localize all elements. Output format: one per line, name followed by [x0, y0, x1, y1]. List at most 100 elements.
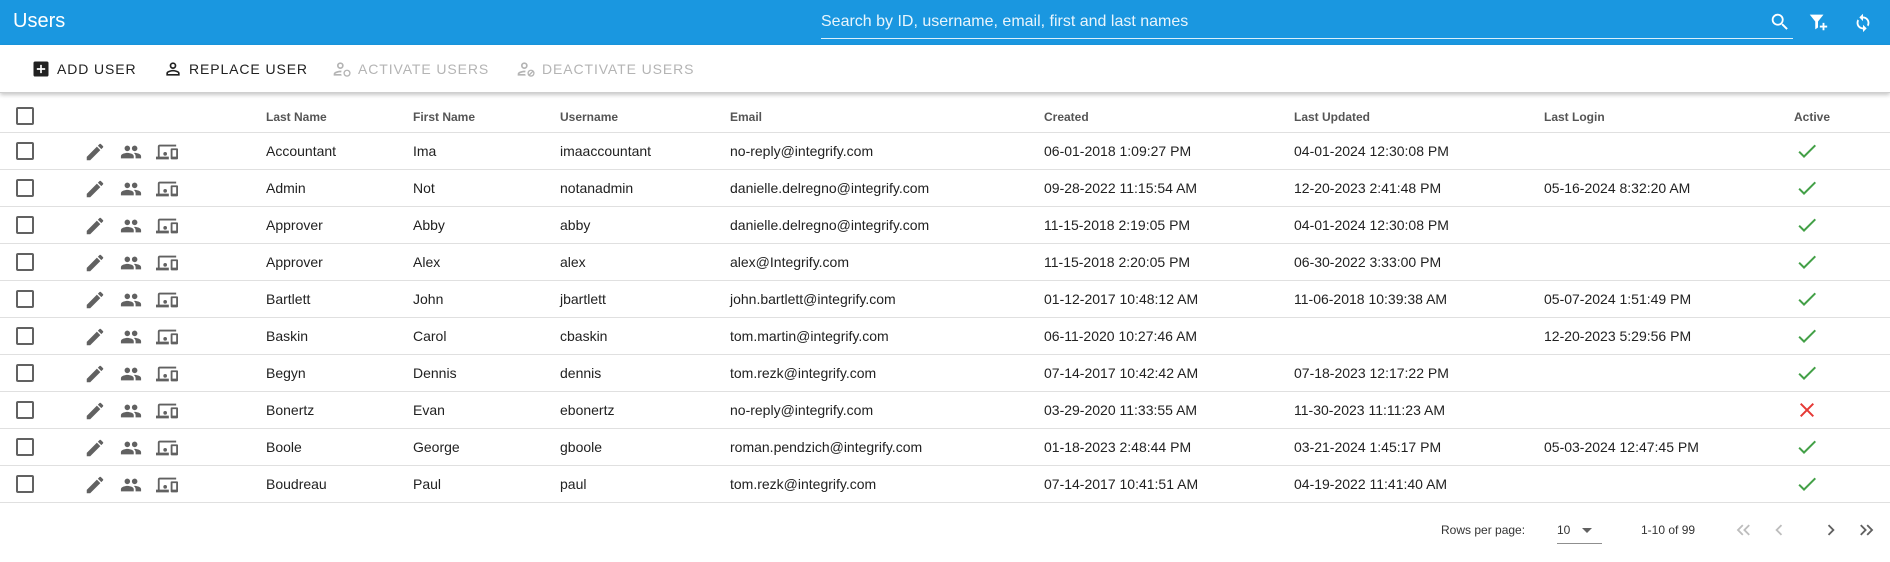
cell-email: no-reply@integrify.com: [730, 402, 874, 418]
devices-icon[interactable]: [155, 362, 179, 386]
next-page-icon[interactable]: [1820, 519, 1842, 541]
column-header-active[interactable]: Active: [1794, 110, 1830, 124]
edit-icon[interactable]: [83, 473, 107, 497]
cell-first-name: Ima: [413, 143, 437, 159]
add-user-button[interactable]: ADD USER: [31, 57, 137, 81]
cell-email: danielle.delregno@integrify.com: [730, 180, 930, 196]
cell-created: 11-15-2018 2:20:05 PM: [1044, 254, 1191, 270]
cell-last-updated: 06-30-2022 3:33:00 PM: [1294, 254, 1442, 270]
cell-username: gboole: [560, 439, 603, 455]
row-checkbox[interactable]: [16, 475, 34, 493]
column-header-last-login[interactable]: Last Login: [1544, 110, 1605, 124]
row-checkbox[interactable]: [16, 179, 34, 197]
table-row[interactable]: Approver Abby abby danielle.delregno@integr…: [0, 207, 1890, 244]
column-header-username[interactable]: Username: [560, 110, 618, 124]
devices-icon[interactable]: [155, 251, 179, 275]
row-checkbox[interactable]: [16, 290, 34, 308]
table-row[interactable]: Admin Not notanadmin danielle.delregno@inte…: [0, 170, 1890, 207]
row-checkbox[interactable]: [16, 142, 34, 160]
edit-icon[interactable]: [83, 214, 107, 238]
cell-username: notanadmin: [560, 180, 634, 196]
edit-icon[interactable]: [83, 436, 107, 460]
edit-icon[interactable]: [83, 399, 107, 423]
devices-icon[interactable]: [155, 288, 179, 312]
search-input[interactable]: [821, 9, 1793, 35]
edit-icon[interactable]: [83, 251, 107, 275]
last-page-icon[interactable]: [1855, 519, 1877, 541]
table-row[interactable]: Approver Alex alex alex@Integrify.com 11-15-…: [0, 244, 1890, 281]
devices-icon[interactable]: [155, 436, 179, 460]
rows-per-page-label: Rows per page:: [1441, 523, 1526, 537]
user-groups-icon[interactable]: [119, 473, 143, 497]
devices-icon[interactable]: [155, 177, 179, 201]
devices-icon[interactable]: [155, 473, 179, 497]
activate-users-button[interactable]: ACTIVATE USERS: [332, 57, 489, 81]
row-checkbox[interactable]: [16, 438, 34, 456]
edit-icon[interactable]: [83, 177, 107, 201]
rows-per-page-select[interactable]: 10: [1557, 516, 1602, 544]
replace-user-button[interactable]: REPLACE USER: [163, 57, 308, 81]
user-groups-icon[interactable]: [119, 140, 143, 164]
person-settings-icon: [333, 62, 351, 77]
cell-created: 07-14-2017 10:41:51 AM: [1044, 476, 1199, 492]
column-header-last-updated[interactable]: Last Updated: [1294, 110, 1370, 124]
row-checkbox[interactable]: [16, 327, 34, 345]
user-groups-icon[interactable]: [119, 362, 143, 386]
person-off-icon: [517, 62, 535, 77]
table-row[interactable]: Bonertz Evan ebonertz no-reply@integrify.co…: [0, 392, 1890, 429]
edit-icon[interactable]: [83, 288, 107, 312]
deactivate-users-button[interactable]: DEACTIVATE USERS: [516, 57, 694, 81]
cell-last-name: Begyn: [266, 365, 306, 381]
devices-icon[interactable]: [155, 399, 179, 423]
cell-email: roman.pendzich@integrify.com: [730, 439, 923, 455]
user-groups-icon[interactable]: [119, 325, 143, 349]
edit-icon[interactable]: [83, 362, 107, 386]
search-field[interactable]: [821, 9, 1793, 39]
refresh-icon[interactable]: [1851, 10, 1875, 34]
active-check-icon: [1795, 176, 1819, 200]
devices-icon[interactable]: [155, 140, 179, 164]
table-row[interactable]: Accountant Ima imaaccountant no-reply@integ…: [0, 133, 1890, 170]
column-header-last-name[interactable]: Last Name: [266, 110, 327, 124]
user-groups-icon[interactable]: [119, 288, 143, 312]
search-icon[interactable]: [1768, 10, 1792, 34]
column-header-first-name[interactable]: First Name: [413, 110, 475, 124]
app-header: Users: [0, 0, 1890, 45]
previous-page-icon[interactable]: [1768, 519, 1790, 541]
column-header-created[interactable]: Created: [1044, 110, 1089, 124]
active-check-icon: [1795, 250, 1819, 274]
row-checkbox[interactable]: [16, 401, 34, 419]
cell-email: no-reply@integrify.com: [730, 143, 874, 159]
add-filter-icon[interactable]: [1806, 10, 1830, 34]
user-groups-icon[interactable]: [119, 436, 143, 460]
column-header-email[interactable]: Email: [730, 110, 762, 124]
table-row[interactable]: Bartlett John jbartlett john.bartlett@integ…: [0, 281, 1890, 318]
user-groups-icon[interactable]: [119, 251, 143, 275]
add-user-label: ADD USER: [57, 61, 137, 77]
row-checkbox[interactable]: [16, 253, 34, 271]
user-groups-icon[interactable]: [119, 399, 143, 423]
cell-last-name: Bonertz: [266, 402, 315, 418]
cell-first-name: George: [413, 439, 460, 455]
devices-icon[interactable]: [155, 214, 179, 238]
user-groups-icon[interactable]: [119, 177, 143, 201]
table-row[interactable]: Baskin Carol cbaskin tom.martin@integrify.c…: [0, 318, 1890, 355]
edit-icon[interactable]: [83, 325, 107, 349]
active-check-icon: [1795, 213, 1819, 237]
row-checkbox[interactable]: [16, 364, 34, 382]
edit-icon[interactable]: [83, 140, 107, 164]
first-page-icon[interactable]: [1733, 519, 1755, 541]
cell-last-name: Boole: [266, 439, 302, 455]
select-all-checkbox[interactable]: [16, 107, 34, 125]
cell-last-name: Admin: [266, 180, 306, 196]
cell-first-name: Alex: [413, 254, 441, 270]
user-groups-icon[interactable]: [119, 214, 143, 238]
cell-last-updated: 11-30-2023 11:11:23 AM: [1294, 402, 1445, 418]
table-row[interactable]: Boudreau Paul paul tom.rezk@integrify.com 07…: [0, 466, 1890, 503]
devices-icon[interactable]: [155, 325, 179, 349]
cell-created: 09-28-2022 11:15:54 AM: [1044, 180, 1198, 196]
table-row[interactable]: Begyn Dennis dennis tom.rezk@integrify.com 0…: [0, 355, 1890, 392]
table-row[interactable]: Boole George gboole roman.pendzich@integrif…: [0, 429, 1890, 466]
row-checkbox[interactable]: [16, 216, 34, 234]
cell-first-name: John: [413, 291, 444, 307]
